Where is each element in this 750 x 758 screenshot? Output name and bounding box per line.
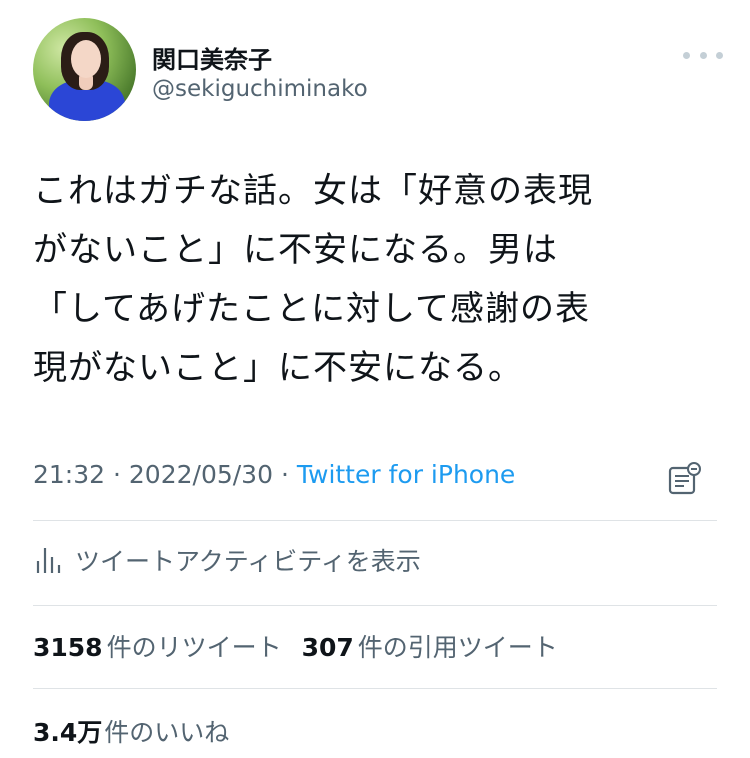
tweet-line: がないこと」に不安になる。男は: [33, 230, 558, 270]
more-dot: [683, 51, 690, 59]
meta-separator: ·: [280, 460, 289, 489]
more-dot: [699, 51, 707, 59]
quotes-count: 307: [301, 633, 354, 662]
note-icon[interactable]: [667, 461, 703, 497]
tweet-stats: 3158 件のリツイート 307 件の引用ツイート: [33, 628, 578, 664]
tweet-time[interactable]: 21:32: [33, 460, 105, 489]
user-handle[interactable]: @sekiguchiminako: [152, 76, 368, 102]
more-dot: [716, 51, 723, 59]
tweet-date[interactable]: 2022/05/30: [129, 460, 273, 489]
tweet-source-link[interactable]: Twitter for iPhone: [297, 460, 515, 489]
bar-chart-icon: [36, 548, 61, 573]
display-name[interactable]: 関口美奈子: [152, 40, 272, 75]
tweet-text: これはガチな話。女は「好意の表現 がないこと」に不安になる。男は 「してあげたこ…: [33, 162, 723, 398]
likes-stat[interactable]: 3.4万件のいいね: [33, 713, 229, 749]
tweet-line: これはガチな話。女は「好意の表現: [33, 171, 593, 211]
meta-separator: ·: [113, 460, 121, 489]
avatar-face: [71, 40, 101, 78]
divider: [33, 605, 717, 606]
avatar[interactable]: [33, 18, 136, 121]
likes-count: 3.4万: [33, 718, 103, 747]
divider: [33, 520, 717, 521]
quotes-stat[interactable]: 307 件の引用ツイート: [302, 628, 558, 664]
tweet-line: 現がないこと」に不安になる。: [33, 348, 523, 388]
tweet-line: 「してあげたことに対して感謝の表: [33, 289, 590, 329]
retweets-label: 件のリツイート: [106, 633, 282, 662]
quotes-label: 件の引用ツイート: [357, 633, 558, 662]
more-horizontal-icon[interactable]: [683, 50, 723, 60]
retweets-count: 3158: [33, 633, 103, 662]
likes-label: 件のいいね: [104, 718, 230, 747]
tweet-activity-button[interactable]: ツイートアクティビティを表示: [33, 540, 421, 580]
divider: [33, 688, 717, 689]
retweets-stat[interactable]: 3158 件のリツイート: [33, 628, 282, 664]
tweet-meta: 21:32 · 2022/05/30 · Twitter for iPhone: [33, 460, 515, 489]
tweet-activity-label: ツイートアクティビティを表示: [75, 547, 421, 576]
